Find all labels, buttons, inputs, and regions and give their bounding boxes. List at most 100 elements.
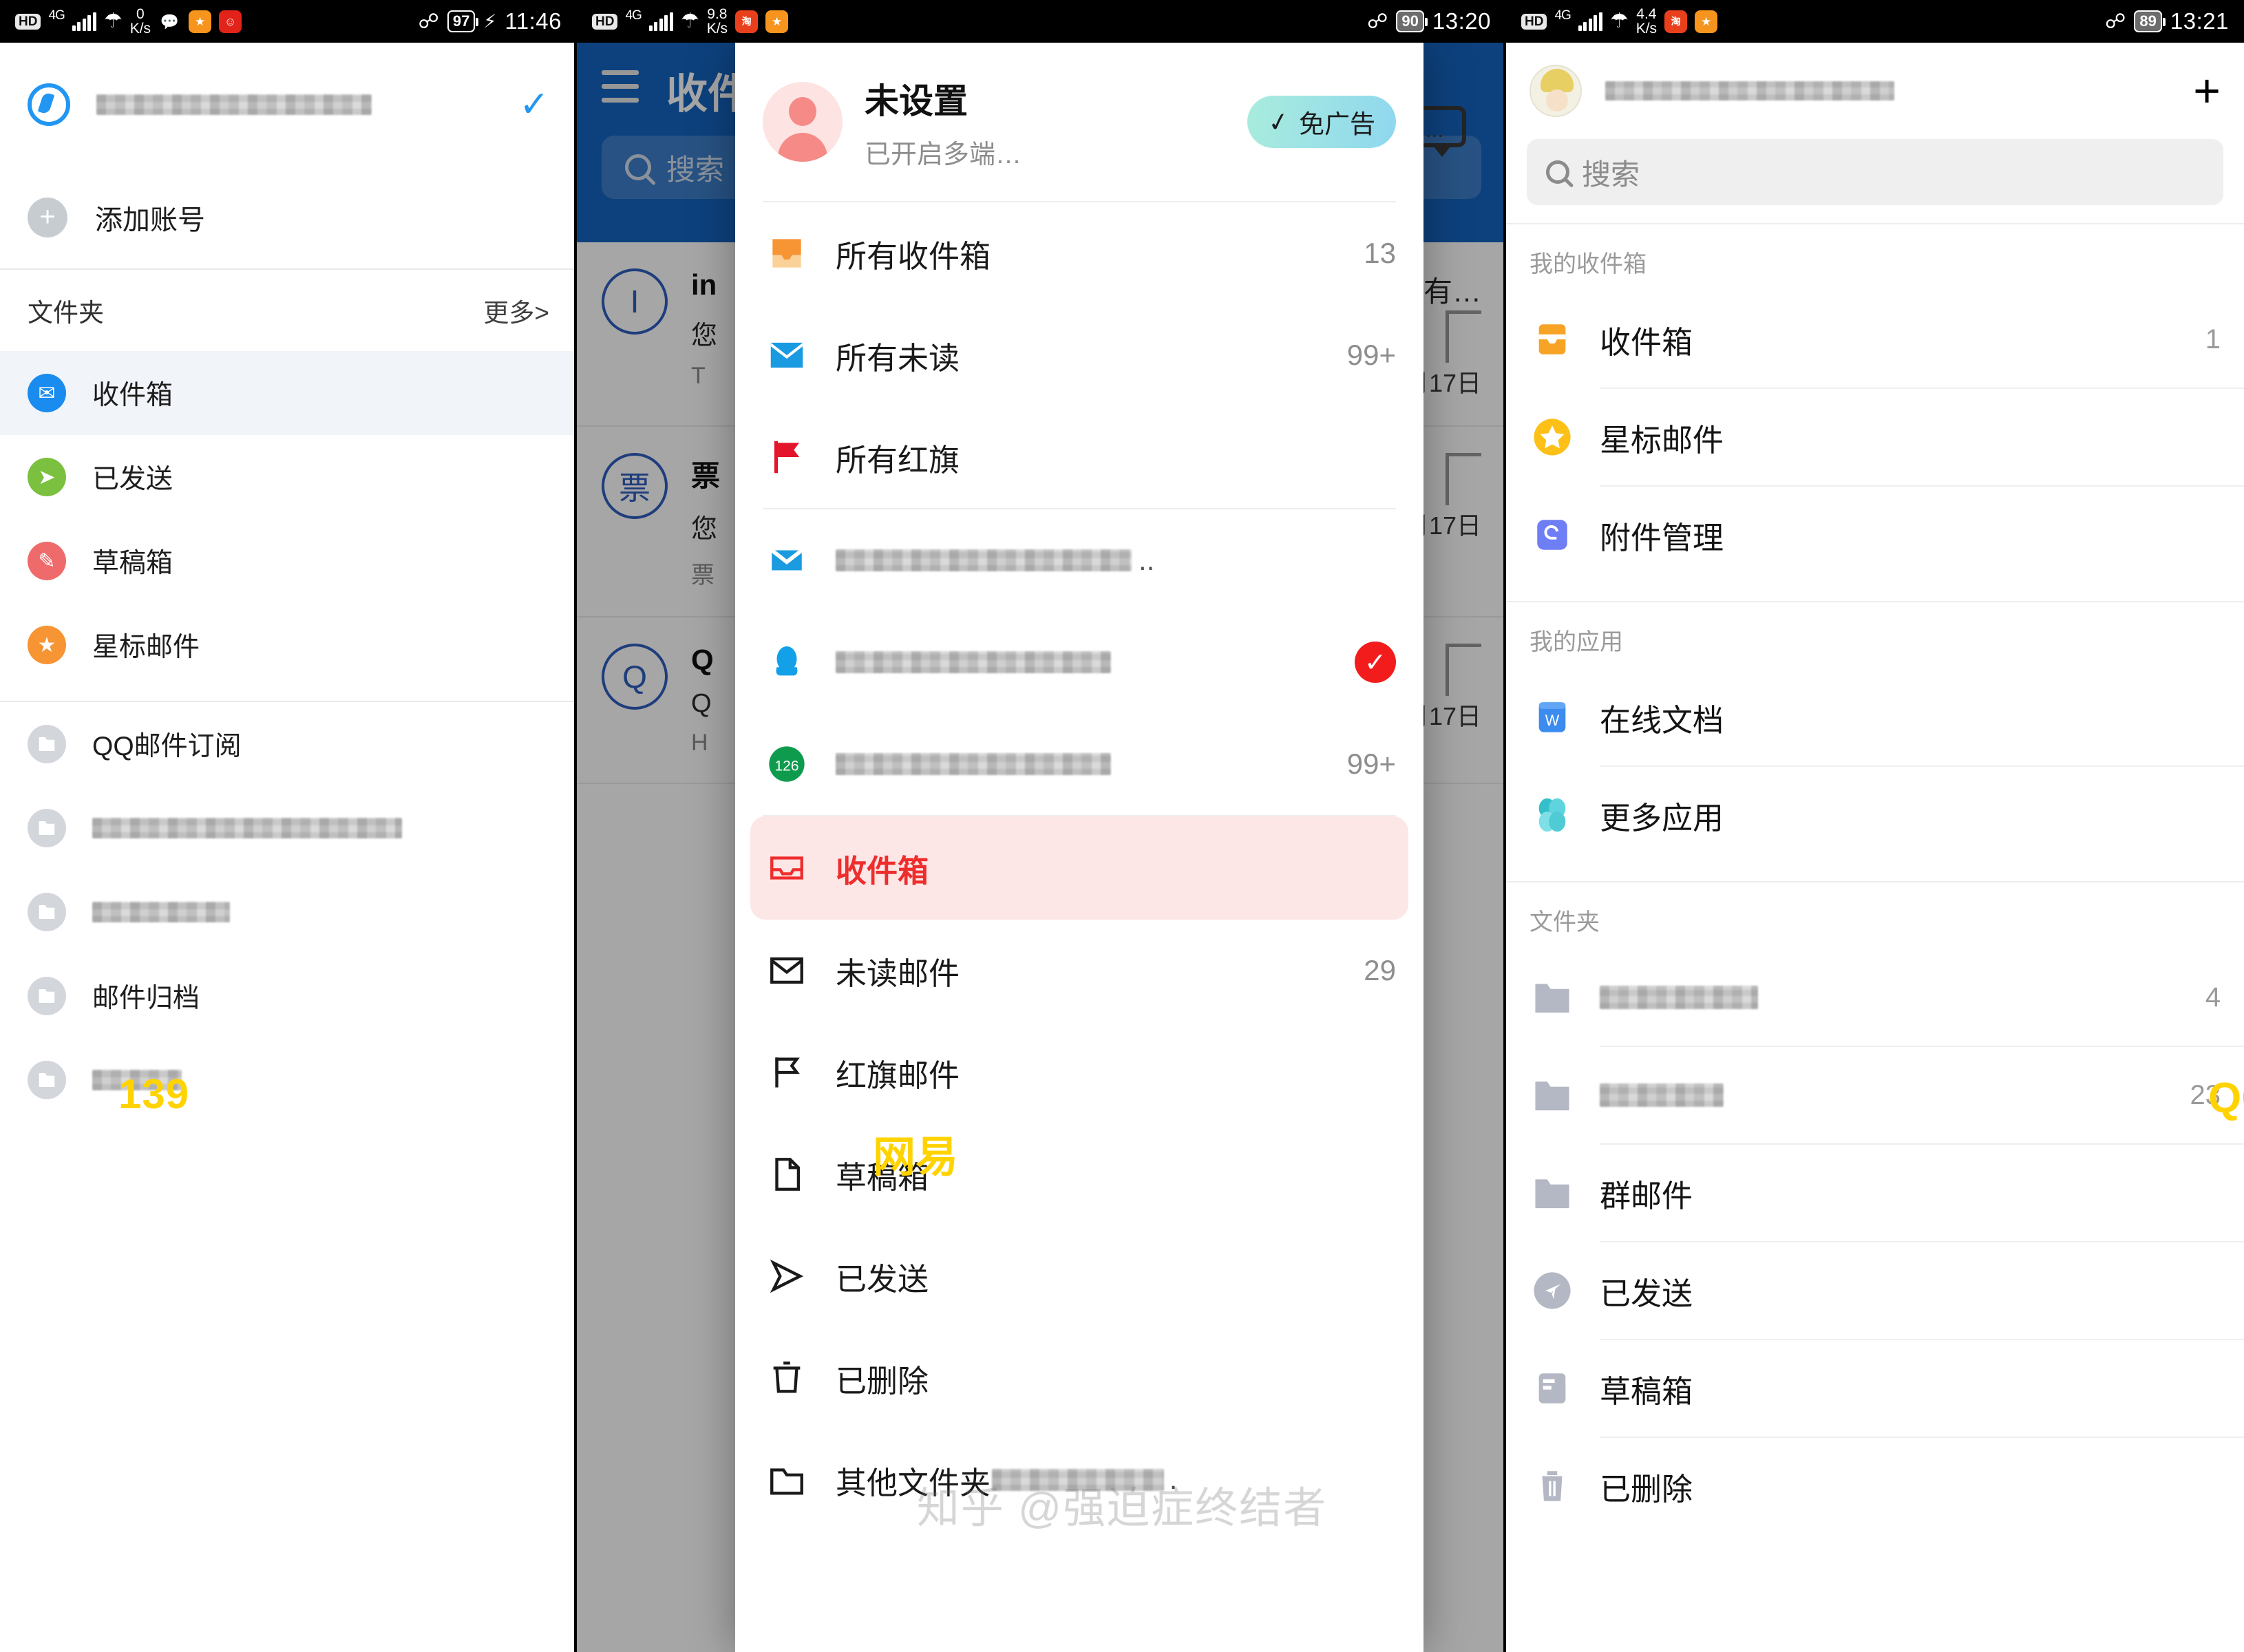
status-right-icons: ☍ 97 ⚡ 11:46 (419, 8, 562, 34)
profile-header[interactable]: 未设置 已开启多端… ✓ 免广告 (735, 43, 1423, 201)
more-apps-icon (1529, 792, 1575, 838)
signal-bars-icon (72, 12, 96, 31)
list-item[interactable] (0, 870, 577, 954)
ellipsis-icon: .. (1139, 544, 1155, 576)
account-row[interactable]: ✓ (735, 611, 1423, 713)
app-orange-icon: ★ (1695, 10, 1718, 33)
annotation-139: 139 (118, 1071, 190, 1117)
sidebar-item-starred[interactable]: ★ 星标邮件 (0, 603, 577, 687)
badge-count: 1 (2205, 324, 2221, 354)
sidebar-item-all-inbox[interactable]: 所有收件箱 13 (735, 202, 1423, 304)
draft-icon: ✎ (28, 542, 66, 580)
sidebar-item-inbox[interactable]: 收件箱 1 (1506, 291, 2244, 388)
list-item[interactable] (0, 1038, 577, 1122)
folder-icon (28, 893, 66, 931)
app-red-icon: ☺ (219, 10, 242, 33)
badge-count: 13 (1364, 237, 1396, 269)
139-logo-icon (28, 83, 70, 126)
sidebar-item-all-unread[interactable]: 所有未读 99+ (735, 304, 1423, 406)
inbox-outline-icon (763, 848, 811, 888)
qq-penguin-icon (763, 642, 811, 682)
sidebar-item-drafts[interactable]: ✎ 草稿箱 (0, 519, 577, 603)
account-name-redacted (836, 549, 1132, 571)
search-placeholder: 搜索 (1582, 158, 1640, 191)
sidebar-item-label: 收件箱 (92, 381, 173, 410)
sidebar-item-sent[interactable]: 已发送 (735, 1225, 1423, 1327)
search-input[interactable]: 搜索 (1527, 139, 2223, 205)
sidebar-item-label: QQ邮件订阅 (92, 732, 242, 761)
sidebar-item-label: 星标邮件 (92, 633, 200, 662)
sidebar-item-more-apps[interactable]: 更多应用 (1506, 767, 2244, 863)
add-account-button[interactable]: + (2193, 67, 2221, 114)
sidebar-item-group-mail[interactable]: 群邮件 (1506, 1145, 2244, 1241)
status-clock: 13:21 (2170, 8, 2229, 34)
ad-free-button[interactable]: ✓ 免广告 (1247, 96, 1396, 148)
account-row[interactable]: .. (735, 509, 1423, 611)
sidebar-item-label: 已删除 (836, 1363, 929, 1399)
panel-139-mail: HD 4G ☂ 0 K/s 💬 ★ ☺ ☍ 97 ⚡ 11:46 ✓ + 添加账… (0, 0, 577, 1652)
send-outline-icon (763, 1256, 811, 1296)
account-row[interactable]: 126 99+ (735, 713, 1423, 815)
sidebar-item-all-flagged[interactable]: 所有红旗 (735, 406, 1423, 508)
sidebar-item-deleted[interactable]: 已删除 (735, 1327, 1423, 1429)
sidebar-item-inbox[interactable]: ✉ 收件箱 (0, 351, 577, 435)
inbox-orange-icon (763, 232, 811, 275)
folder-name-redacted (92, 818, 402, 838)
sidebar-item-label: 已发送 (836, 1261, 929, 1297)
sidebar-item-attachments[interactable]: 附件管理 (1506, 487, 2244, 583)
network-type-label: 4G (48, 8, 65, 23)
sidebar-item-qq-subscription[interactable]: QQ邮件订阅 (0, 702, 577, 786)
sidebar-item-sent[interactable]: ➤ 已发送 (0, 435, 577, 519)
folder-icon (28, 725, 66, 763)
folder-icon (1529, 1072, 1575, 1118)
add-account-button[interactable]: + 添加账号 (0, 167, 577, 268)
hd-icon: HD (1521, 13, 1547, 30)
account-name-redacted (836, 753, 1111, 775)
account-name-redacted (1605, 81, 1894, 100)
sidebar-item-label: 邮件归档 (92, 984, 200, 1013)
status-clock: 11:46 (505, 8, 562, 34)
folders-title: 文件夹 (28, 299, 104, 327)
sidebar-item-flagged[interactable]: 红旗邮件 (735, 1021, 1423, 1123)
account-row[interactable]: ✓ (0, 43, 577, 167)
watermark: 知乎 @强迫症终结者 (916, 1485, 1328, 1532)
sidebar-item-label: 在线文档 (1600, 702, 1724, 738)
folder-icon (28, 809, 66, 847)
avatar[interactable] (1529, 65, 1582, 117)
wifi-icon: ☂ (680, 10, 699, 32)
avatar (763, 82, 843, 162)
qq-drawer-header: + (1506, 43, 2244, 124)
folder-name-redacted (1600, 986, 1758, 1009)
sidebar-item-online-doc[interactable]: W 在线文档 (1506, 669, 2244, 765)
status-right-icons: ☍ 89 13:21 (2105, 8, 2229, 34)
inbox-icon: ✉ (28, 374, 66, 412)
list-item[interactable] (0, 786, 577, 870)
app-orange-icon: ★ (765, 10, 789, 33)
sidebar-item-archive[interactable]: 邮件归档 (0, 954, 577, 1038)
sidebar-item-sent[interactable]: 已发送 (1506, 1242, 2244, 1339)
list-item[interactable]: 23 (1506, 1047, 2244, 1143)
sidebar-item-drafts[interactable]: 草稿箱 (735, 1123, 1423, 1225)
folders-more-button[interactable]: 更多> (483, 292, 549, 329)
section-title-my-apps: 我的应用 (1529, 629, 1623, 655)
status-bar-middle: HD 4G ☂ 9.8 K/s 淘 ★ ☍ 90 13:20 (577, 0, 1506, 43)
profile-subtitle: 已开启多端… (865, 140, 1022, 169)
sidebar-item-starred[interactable]: 星标邮件 (1506, 389, 2244, 485)
inbox-orange-icon (1529, 317, 1575, 362)
badge-count: 99+ (1346, 339, 1396, 371)
badge-count: 29 (1364, 954, 1396, 986)
battery-badge: 90 (1396, 10, 1428, 32)
status-bar-right: HD 4G ☂ 4.4 K/s 淘 ★ ☍ 89 13:21 (1506, 0, 2244, 43)
list-item[interactable]: 4 (1506, 949, 2244, 1046)
sidebar-item-label: 未读邮件 (836, 955, 960, 991)
folder-name-redacted (92, 902, 230, 922)
sidebar-item-unread[interactable]: 未读邮件 29 (735, 920, 1423, 1021)
section-title-folders: 文件夹 (1529, 909, 1600, 935)
sidebar-item-drafts[interactable]: 草稿箱 (1506, 1340, 2244, 1437)
sidebar-item-inbox[interactable]: 收件箱 (750, 816, 1408, 920)
flag-outline-icon (763, 1052, 811, 1092)
profile-text: 未设置 已开启多端… (865, 74, 1022, 171)
three-panel-comparison: HD 4G ☂ 0 K/s 💬 ★ ☺ ☍ 97 ⚡ 11:46 ✓ + 添加账… (0, 0, 2244, 1652)
sidebar-item-label: 已发送 (92, 465, 173, 494)
battery-badge: 97 (447, 10, 479, 32)
